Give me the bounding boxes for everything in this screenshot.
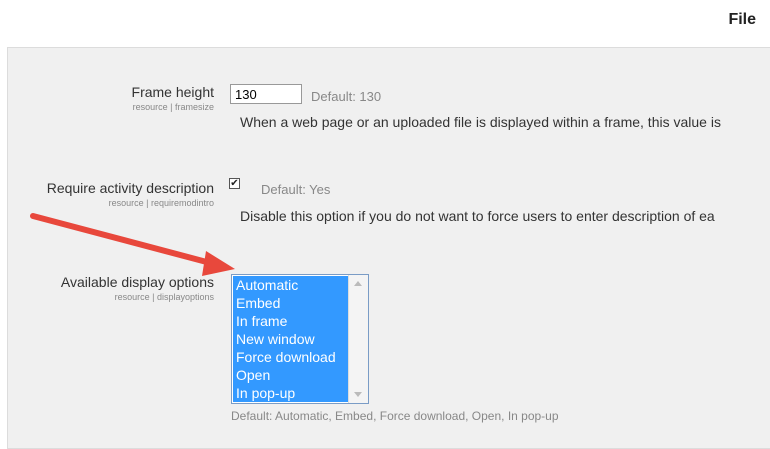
annotation-arrow-icon bbox=[30, 213, 235, 276]
